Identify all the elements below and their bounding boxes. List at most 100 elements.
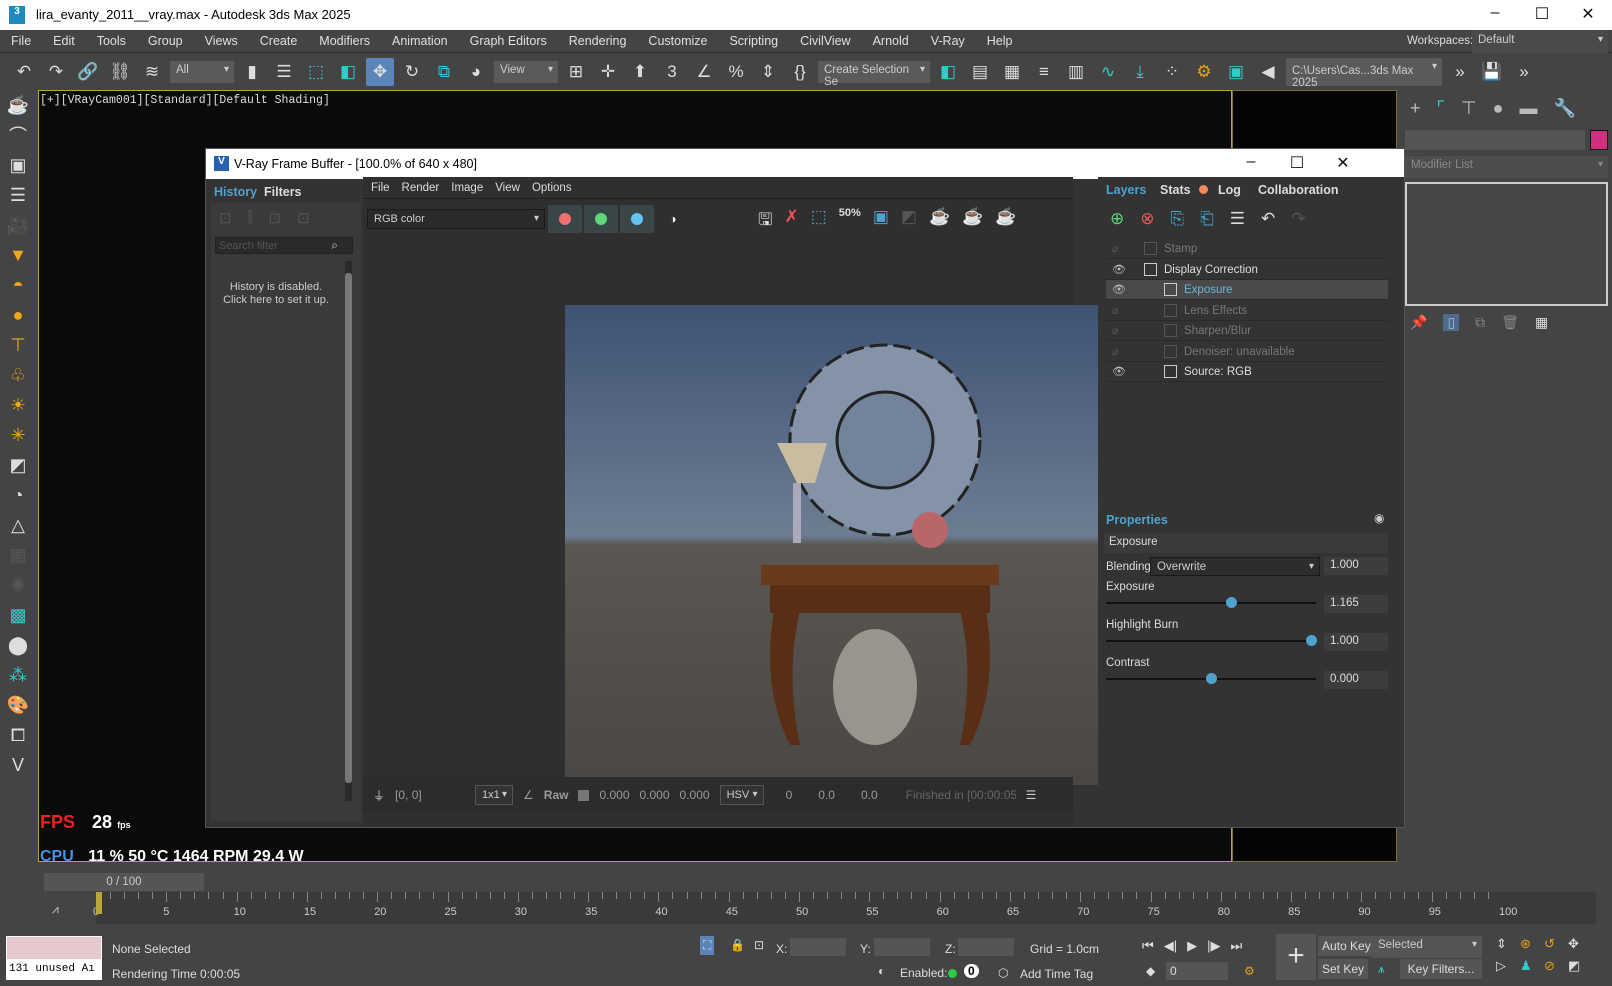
visibility-eye-icon[interactable]: ⌀ bbox=[1112, 321, 1119, 341]
maxscript-output[interactable]: 131 unused Aı bbox=[6, 960, 102, 980]
minimize-button[interactable]: – bbox=[1480, 4, 1510, 26]
modifier-list-dropdown[interactable]: Modifier List bbox=[1405, 156, 1608, 178]
highlight-burn-slider[interactable] bbox=[1106, 635, 1317, 646]
load-layers-icon[interactable]: ⎗ bbox=[1200, 209, 1214, 229]
configure-sets-icon[interactable]: ▦ bbox=[1535, 314, 1548, 331]
viewport-label[interactable]: [+][VRayCam001][Standard][Default Shadin… bbox=[40, 94, 330, 107]
contrast-slider-handle[interactable] bbox=[1206, 673, 1217, 684]
vfb-menu-render[interactable]: Render bbox=[402, 182, 440, 194]
auto-key-button[interactable]: Auto Key bbox=[1318, 936, 1375, 956]
select-object-icon[interactable]: ▮ bbox=[238, 58, 266, 86]
tab-log[interactable]: Log bbox=[1218, 183, 1241, 197]
named-selection-dropdown[interactable]: Create Selection Se bbox=[818, 60, 930, 88]
bind-space-warp-icon[interactable]: ≋ bbox=[138, 58, 166, 86]
dome-light-icon[interactable]: ◓ bbox=[0, 270, 36, 300]
ambient-light-icon[interactable]: ✳ bbox=[0, 420, 36, 450]
selection-lock-icon[interactable]: 🔒 bbox=[730, 938, 745, 952]
hierarchy-tab-icon[interactable]: ⊤ bbox=[1461, 98, 1477, 119]
visibility-eye-icon[interactable]: 👁 bbox=[1112, 260, 1126, 280]
menu-arnold[interactable]: Arnold bbox=[862, 30, 920, 53]
show-end-result-icon[interactable]: ▯ bbox=[1443, 314, 1460, 331]
project-folder-dropdown[interactable]: C:\Users\Cas...3ds Max 2025 bbox=[1286, 57, 1442, 89]
undo-layer-icon[interactable]: ↶ bbox=[1261, 209, 1275, 229]
undo-icon[interactable]: ↶ bbox=[10, 58, 38, 86]
object-color-swatch[interactable] bbox=[1590, 130, 1608, 150]
link-icon[interactable]: 🔗 bbox=[74, 58, 102, 86]
schematic-view-icon[interactable]: ⁘ bbox=[1158, 58, 1186, 86]
more-icon[interactable]: » bbox=[1446, 58, 1474, 86]
percent-snap-icon[interactable]: % bbox=[722, 58, 750, 86]
list-icon[interactable]: ☰ bbox=[0, 180, 36, 210]
save-image-icon[interactable]: 🖫 bbox=[758, 207, 772, 236]
workspaces-dropdown[interactable]: Default bbox=[1472, 31, 1608, 53]
set-key-button[interactable]: Set Key bbox=[1318, 959, 1369, 979]
rotate-icon[interactable]: ↻ bbox=[398, 58, 426, 86]
contrast-spinner[interactable]: 0.000 bbox=[1324, 671, 1388, 689]
vfb-maximize-button[interactable]: ☐ bbox=[1282, 153, 1312, 175]
exposure-slider[interactable] bbox=[1106, 597, 1316, 608]
menu-file[interactable]: File bbox=[0, 30, 42, 53]
tab-stats[interactable]: Stats bbox=[1160, 183, 1191, 197]
motion-tab-icon[interactable]: ● bbox=[1493, 98, 1504, 119]
render-interactive-icon[interactable]: ☕ bbox=[929, 207, 950, 236]
layer-row[interactable]: 👁 Source: RGB bbox=[1106, 362, 1388, 382]
log-icon[interactable]: ☰ bbox=[1026, 788, 1037, 802]
color-mode-dropdown[interactable]: HSV bbox=[719, 785, 764, 805]
highlight-burn-slider-handle[interactable] bbox=[1306, 635, 1317, 646]
save-icon[interactable]: 💾 bbox=[1478, 58, 1506, 86]
rectangle-selection-icon[interactable]: ⬚ bbox=[302, 58, 330, 86]
orbit-icon[interactable]: ↺ bbox=[1544, 936, 1568, 952]
menu-scripting[interactable]: Scripting bbox=[718, 30, 789, 53]
next-frame-icon[interactable]: |▶ bbox=[1207, 938, 1220, 954]
zoom-50-button[interactable]: 50% bbox=[839, 207, 861, 236]
maximize-button[interactable]: ☐ bbox=[1527, 4, 1557, 26]
set-key-big-button[interactable]: + bbox=[1276, 934, 1316, 980]
key-filters-button[interactable]: Key Filters... bbox=[1400, 959, 1482, 979]
pin-stack-icon[interactable]: 📌 bbox=[1410, 314, 1427, 331]
time-cursor[interactable] bbox=[96, 892, 102, 914]
menu-customize[interactable]: Customize bbox=[637, 30, 718, 53]
exposure-spinner[interactable]: 1.165 bbox=[1324, 595, 1388, 613]
object-name-field[interactable] bbox=[1405, 130, 1585, 150]
tab-collaboration[interactable]: Collaboration bbox=[1258, 183, 1339, 197]
go-to-end-icon[interactable]: ⏭ bbox=[1230, 938, 1242, 954]
edit-named-selection-icon[interactable]: {} bbox=[786, 58, 814, 86]
play-icon[interactable]: ▶ bbox=[1187, 938, 1197, 954]
history-search-input[interactable]: Search filter ⌕ bbox=[215, 237, 353, 254]
layer-row[interactable]: ⌀ Stamp bbox=[1106, 239, 1388, 259]
unlink-icon[interactable]: ⛓ bbox=[106, 58, 134, 86]
search-icon[interactable]: ⌕ bbox=[331, 238, 338, 253]
sample-size-dropdown[interactable]: 1x1 bbox=[475, 785, 514, 805]
save-layers-icon[interactable]: ⎘ bbox=[1171, 209, 1185, 229]
tab-history[interactable]: History bbox=[214, 185, 257, 199]
blue-channel-toggle[interactable] bbox=[620, 205, 654, 233]
close-button[interactable]: ✕ bbox=[1573, 4, 1603, 26]
time-slider[interactable]: 0 / 100 bbox=[44, 873, 204, 891]
scene-converter-icon[interactable]: ⧠ bbox=[0, 720, 36, 750]
reference-coordinate-dropdown[interactable]: View bbox=[494, 60, 558, 83]
ies-light-icon[interactable]: ⊤ bbox=[0, 330, 36, 360]
key-mode-dropdown[interactable]: Selected bbox=[1372, 936, 1482, 958]
layer-row[interactable]: 👁 Display Correction bbox=[1106, 260, 1388, 280]
vfb-menu-file[interactable]: File bbox=[371, 182, 390, 194]
menu-tools[interactable]: Tools bbox=[86, 30, 137, 53]
scale-icon[interactable]: ⧉ bbox=[430, 58, 458, 86]
align-icon[interactable]: ▤ bbox=[966, 58, 994, 86]
contrast-slider[interactable] bbox=[1106, 673, 1316, 684]
menu-graph-editors[interactable]: Graph Editors bbox=[459, 30, 558, 53]
tab-filters[interactable]: Filters bbox=[264, 185, 302, 199]
menu-rendering[interactable]: Rendering bbox=[558, 30, 638, 53]
zoom-all-icon[interactable]: ⊛ bbox=[1520, 936, 1544, 952]
rendered-frame-window-icon[interactable]: ▣ bbox=[1222, 58, 1250, 86]
blending-value-spinner[interactable]: 1.000 bbox=[1324, 557, 1388, 575]
spinner-snap-icon[interactable]: ⇕ bbox=[754, 58, 782, 86]
add-layer-icon[interactable]: ⊕ bbox=[1110, 209, 1124, 229]
mirror-icon[interactable]: ◧ bbox=[934, 58, 962, 86]
pivot-icon[interactable]: ⊞ bbox=[562, 58, 590, 86]
camera-icon[interactable]: 🎥 bbox=[0, 210, 36, 240]
menu-help[interactable]: Help bbox=[976, 30, 1024, 53]
enabled-count[interactable]: 0 bbox=[964, 964, 979, 978]
sphere-light-icon[interactable]: ● bbox=[0, 300, 36, 330]
exposure-slider-handle[interactable] bbox=[1226, 597, 1237, 608]
plane-icon[interactable]: △ bbox=[0, 510, 36, 540]
